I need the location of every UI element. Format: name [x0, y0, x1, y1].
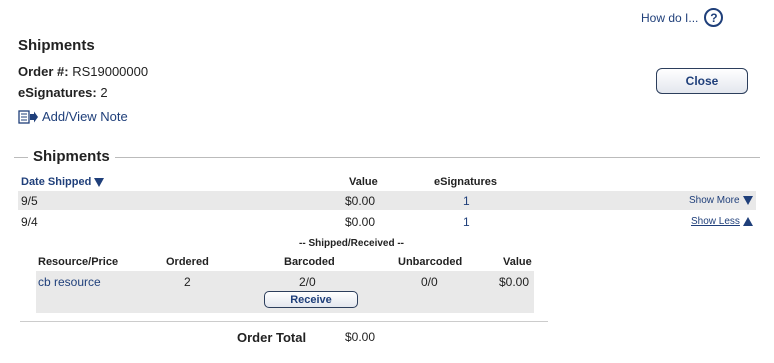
help-icon[interactable]: ?	[704, 8, 724, 27]
ordered-header: Ordered	[166, 256, 209, 268]
value-header: Value	[349, 176, 378, 188]
shipped-received-header: -- Shipped/Received --	[299, 238, 405, 249]
unbarcoded-cell: 0/0	[421, 275, 438, 289]
value-cell: $0.00	[345, 215, 376, 229]
fieldset-divider	[14, 157, 760, 158]
help-link-label[interactable]: How do I...	[641, 11, 698, 25]
shipments-legend: Shipments	[28, 148, 115, 165]
date-shipped-header-label[interactable]: Date Shipped	[21, 176, 91, 188]
barcoded-cell: 2/0	[299, 275, 316, 289]
show-less-link[interactable]: Show Less	[691, 216, 753, 227]
expand-down-icon[interactable]	[742, 195, 753, 205]
detail-value-cell: $0.00	[499, 275, 530, 289]
date-cell: 9/5	[21, 194, 38, 208]
help-link[interactable]: How do I... ?	[641, 8, 724, 27]
add-view-note-link[interactable]: Add/View Note	[18, 109, 128, 124]
value-cell: $0.00	[345, 194, 376, 208]
detail-value-header: Value	[503, 256, 532, 268]
order-number: Order #: RS19000000	[18, 64, 148, 79]
order-number-value: RS19000000	[72, 64, 149, 79]
esignatures-header: eSignatures	[434, 176, 497, 188]
totals-divider	[20, 321, 548, 322]
show-more-label[interactable]: Show More	[689, 195, 740, 206]
esignatures-count: eSignatures: 2	[18, 85, 108, 100]
collapse-up-icon[interactable]	[742, 216, 753, 226]
esignatures-value: 2	[100, 85, 108, 100]
barcoded-header: Barcoded	[284, 256, 335, 268]
esignatures-label: eSignatures:	[18, 85, 97, 100]
close-button[interactable]: Close	[656, 68, 748, 94]
receive-button[interactable]: Receive	[264, 291, 358, 308]
note-arrow-icon	[18, 109, 38, 124]
show-less-label[interactable]: Show Less	[691, 216, 740, 227]
add-view-note-label[interactable]: Add/View Note	[42, 109, 128, 124]
esignatures-link[interactable]: 1	[463, 215, 470, 229]
order-number-label: Order #:	[18, 64, 69, 79]
ordered-cell: 2	[184, 275, 191, 289]
unbarcoded-header: Unbarcoded	[398, 256, 463, 268]
order-total-value: $0.00	[345, 330, 376, 344]
show-more-link[interactable]: Show More	[689, 195, 753, 206]
table-row: 9/5 $0.00 1 Show More	[18, 191, 756, 210]
esignatures-link[interactable]: 1	[463, 194, 470, 208]
resource-link[interactable]: cb resource	[38, 275, 101, 289]
sort-down-icon[interactable]	[94, 177, 105, 187]
date-shipped-header[interactable]: Date Shipped	[21, 176, 105, 188]
table-row: 9/4 $0.00 1 Show Less	[18, 212, 756, 231]
order-total-label: Order Total	[237, 330, 307, 345]
page-title: Shipments	[18, 37, 95, 54]
resource-price-header: Resource/Price	[38, 256, 119, 268]
date-cell: 9/4	[21, 215, 38, 229]
